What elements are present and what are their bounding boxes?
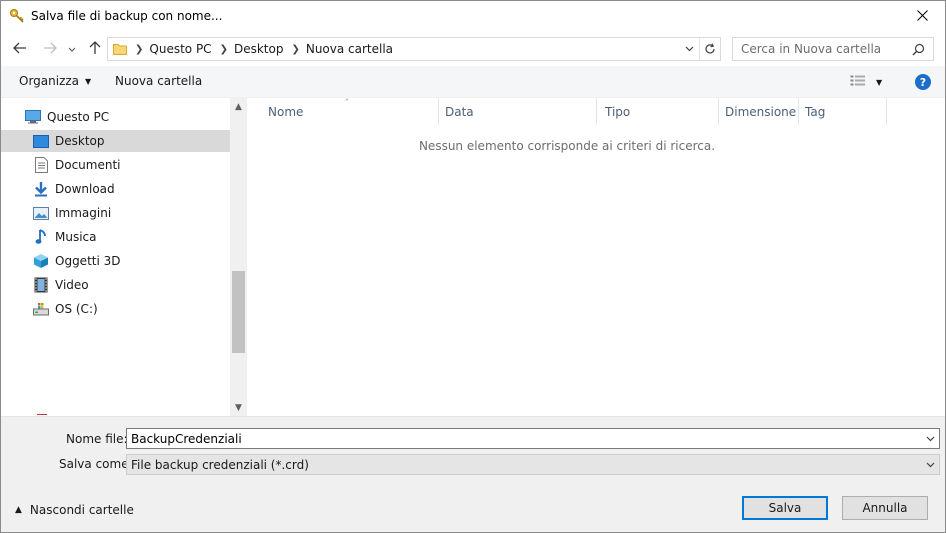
- recent-locations-button[interactable]: [65, 38, 79, 60]
- change-view-button[interactable]: ▼: [850, 72, 882, 92]
- chevron-right-icon: ❯: [219, 43, 228, 55]
- navigation-pane: Questo PC Desktop Documenti Download Imm: [1, 98, 247, 416]
- column-header-nome[interactable]: Nome: [260, 98, 439, 125]
- search-box[interactable]: [732, 37, 934, 61]
- save-as-type-value: File backup credenziali (*.crd): [131, 457, 309, 472]
- key-icon: [9, 8, 25, 24]
- arrow-left-icon: [13, 42, 27, 57]
- tree-item-documenti[interactable]: Documenti: [33, 154, 230, 176]
- scroll-up-button[interactable]: ▲: [230, 98, 247, 115]
- chevron-down-icon: [926, 462, 934, 467]
- save-button[interactable]: Salva: [742, 496, 828, 520]
- cancel-button[interactable]: Annulla: [842, 496, 928, 520]
- hide-folders-button[interactable]: ▲ Nascondi cartelle: [15, 503, 134, 517]
- help-button[interactable]: ?: [915, 74, 931, 90]
- scroll-thumb[interactable]: [232, 271, 245, 353]
- search-icon[interactable]: [912, 43, 925, 59]
- tree-item-download[interactable]: Download: [33, 178, 230, 200]
- tree-item-video[interactable]: Video: [33, 274, 230, 296]
- breadcrumb-desktop[interactable]: ❯ Desktop: [212, 42, 284, 56]
- navigation-pane-scrollbar[interactable]: ▲ ▼: [230, 98, 247, 416]
- partially-visible-tree-item: [37, 409, 227, 415]
- tree-item-os-c[interactable]: OS (C:): [33, 298, 230, 320]
- column-header-dimensione[interactable]: Dimensione: [717, 98, 799, 125]
- documents-icon: [33, 157, 49, 173]
- chevron-down-icon: [926, 436, 934, 441]
- column-header-tag[interactable]: Tag: [797, 98, 887, 125]
- command-bar: Organizza ▼ Nuova cartella ▼ ?: [1, 66, 945, 98]
- up-button[interactable]: [86, 38, 104, 60]
- tree-item-immagini[interactable]: Immagini: [33, 202, 230, 224]
- window-title: Salva file di backup con nome...: [31, 9, 223, 23]
- file-list-pane[interactable]: ˄ Nome Data Tipo Dimensione Tag Nessun e…: [247, 98, 945, 416]
- close-button[interactable]: [899, 1, 945, 32]
- filename-dropdown-button[interactable]: [921, 429, 939, 448]
- caret-down-icon: ▼: [876, 77, 883, 87]
- new-folder-button[interactable]: Nuova cartella: [115, 74, 202, 88]
- refresh-button[interactable]: [699, 38, 720, 60]
- arrow-right-icon: [43, 42, 57, 57]
- address-history-dropdown[interactable]: [680, 38, 698, 60]
- chevron-up-icon: ▲: [15, 505, 22, 515]
- tree-item-questo-pc[interactable]: Questo PC: [25, 106, 230, 128]
- tree-item-desktop[interactable]: Desktop: [1, 130, 230, 152]
- filename-field[interactable]: [127, 429, 939, 448]
- filename-combo[interactable]: [126, 428, 940, 449]
- drive-icon: [33, 301, 49, 317]
- help-icon: ?: [919, 75, 927, 89]
- arrow-up-icon: [89, 40, 101, 58]
- music-icon: [33, 229, 49, 245]
- save-as-type-label: Salva come:: [59, 457, 133, 471]
- download-icon: [33, 181, 49, 197]
- pictures-icon: [33, 205, 49, 221]
- title-bar: Salva file di backup con nome...: [1, 1, 945, 32]
- column-header-tipo[interactable]: Tipo: [597, 98, 719, 125]
- computer-icon: [25, 109, 41, 125]
- tree-item-musica[interactable]: Musica: [33, 226, 230, 248]
- save-dialog: Salva file di backup con nome... ❯ Quest…: [0, 0, 946, 533]
- 3d-objects-icon: [33, 253, 49, 269]
- filename-label: Nome file:: [66, 432, 128, 446]
- forward-button[interactable]: [41, 38, 59, 60]
- folder-icon: [113, 43, 127, 55]
- save-as-type-dropdown-button[interactable]: [921, 455, 939, 474]
- breadcrumb-questo-pc[interactable]: ❯ Questo PC: [127, 42, 212, 56]
- close-icon: [916, 9, 928, 24]
- caret-down-icon: ▼: [85, 76, 92, 86]
- chevron-down-icon: [68, 42, 76, 56]
- save-options-panel: Nome file: Salva come: File backup crede…: [1, 416, 945, 532]
- tree-item-oggetti-3d[interactable]: Oggetti 3D: [33, 250, 230, 272]
- breadcrumb-nuova-cartella[interactable]: ❯ Nuova cartella: [283, 42, 393, 56]
- search-input[interactable]: [733, 38, 909, 60]
- chevron-down-icon: [685, 46, 693, 52]
- back-button[interactable]: [11, 38, 29, 60]
- refresh-icon: [705, 43, 715, 54]
- empty-folder-message: Nessun elemento corrisponde ai criteri d…: [418, 139, 716, 153]
- organize-button[interactable]: Organizza ▼: [19, 74, 91, 88]
- details-view-icon: [850, 75, 866, 90]
- video-icon: [33, 277, 49, 293]
- desktop-icon: [33, 133, 49, 149]
- chevron-right-icon: ❯: [135, 43, 144, 55]
- column-header-data[interactable]: Data: [437, 98, 597, 125]
- chevron-right-icon: ❯: [291, 43, 300, 55]
- address-bar[interactable]: ❯ Questo PC ❯ Desktop ❯ Nuova cartella: [107, 37, 721, 61]
- save-as-type-select[interactable]: File backup credenziali (*.crd): [126, 454, 940, 475]
- scroll-down-button[interactable]: ▼: [230, 399, 247, 416]
- navigation-row: ❯ Questo PC ❯ Desktop ❯ Nuova cartella: [1, 32, 945, 66]
